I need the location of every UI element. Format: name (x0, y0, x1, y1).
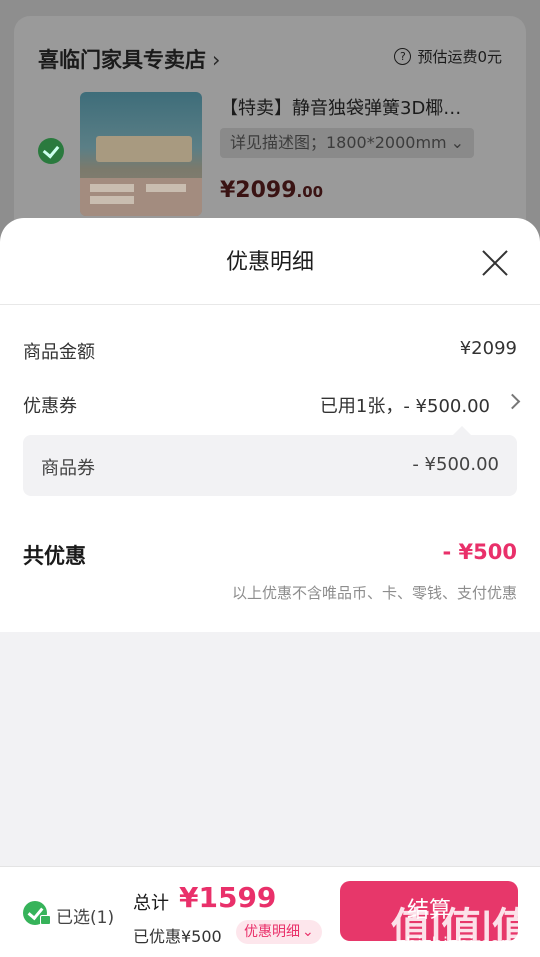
checkout-bar: 已选(1) 总计 ¥1599 已优惠¥500 优惠明细 ⌄ 结算 值|值|值 zh… (0, 866, 540, 957)
chevron-down-icon: ⌄ (302, 924, 314, 940)
coupon-name: 商品券 (41, 458, 95, 479)
selected-count[interactable]: 已选(1) (56, 903, 114, 928)
saved-amount: 已优惠¥500 (133, 927, 222, 946)
lock-icon (40, 915, 51, 925)
question-icon: ? (394, 48, 412, 65)
product-image[interactable] (80, 92, 202, 216)
divider (0, 304, 540, 305)
close-icon[interactable] (480, 248, 510, 278)
goods-amount-label: 商品金额 (23, 342, 95, 363)
price-main: ¥2099 (220, 178, 297, 203)
chevron-down-icon: ⌄ (450, 133, 465, 152)
total-discount-value: - ¥500 (442, 540, 517, 564)
total-discount-label: 共优惠 (23, 544, 86, 568)
coupon-amount: - ¥500.00 (412, 454, 499, 475)
product-price: ¥2099.00 (220, 178, 323, 203)
coupon-row-value[interactable]: 已用1张，- ¥500.00 (320, 392, 490, 418)
coupon-detail-box: 商品券 - ¥500.00 (23, 426, 517, 496)
checkout-button[interactable]: 结算 (340, 881, 518, 941)
spec-selector[interactable]: 详见描述图；1800*2000mm ⌄ (220, 128, 475, 158)
product-checkbox[interactable] (38, 138, 64, 164)
spec-text: 详见描述图；1800*2000mm (230, 133, 447, 152)
shipping-estimate[interactable]: ? 预估运费0元 (394, 46, 502, 67)
sheet-title: 优惠明细 (225, 250, 314, 275)
product-title[interactable]: 【特卖】静音独袋弹簧3D椰… (220, 94, 510, 120)
discount-note: 以上优惠不含唯品币、卡、零钱、支付优惠 (231, 584, 517, 602)
store-name: 喜临门家具专卖店 (38, 48, 206, 72)
discount-detail-label: 优惠明细 (244, 924, 300, 940)
goods-amount-value: ¥2099 (459, 338, 517, 359)
store-name-link[interactable]: 喜临门家具专卖店 › (38, 44, 220, 74)
shipping-text: 预估运费0元 (417, 48, 502, 66)
coupon-label: 优惠券 (23, 396, 77, 417)
chevron-right-icon[interactable] (504, 393, 521, 410)
total-label: 总计 (133, 893, 169, 914)
chevron-right-icon: › (212, 48, 221, 72)
discount-detail-button[interactable]: 优惠明细 ⌄ (236, 920, 322, 944)
discount-detail-sheet: 优惠明细 商品金额 ¥2099 优惠券 已用1张，- ¥500.00 商品券 -… (0, 218, 540, 632)
price-decimal: .00 (296, 183, 324, 201)
total-price: ¥1599 (179, 881, 277, 914)
